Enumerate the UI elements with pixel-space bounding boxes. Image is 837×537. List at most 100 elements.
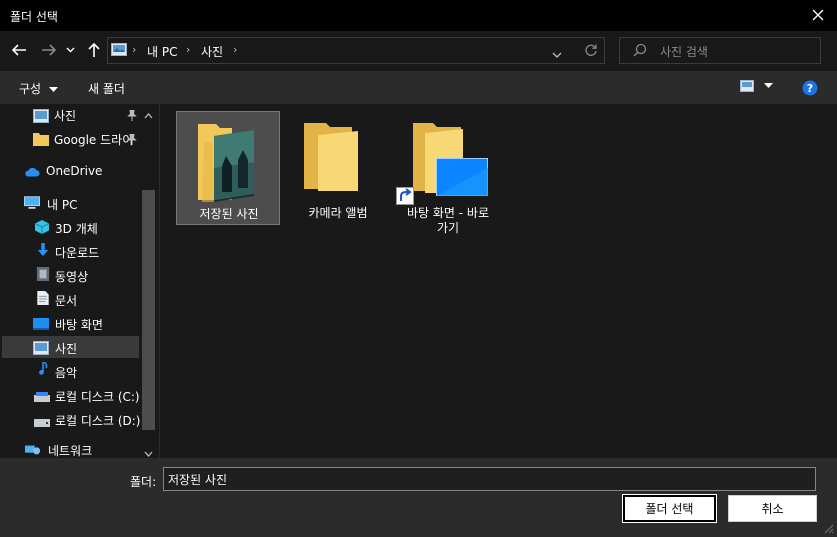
folder-item-saved-pictures[interactable]: 저장된 사진 [176, 111, 280, 225]
computer-icon [24, 196, 40, 209]
folder-item-camera-roll[interactable]: 카메라 앨범 [286, 111, 390, 225]
organize-button[interactable]: 구성 [19, 80, 58, 97]
pin-icon [127, 110, 137, 121]
folder-field-label: 폴더: [130, 475, 157, 489]
breadcrumb-separator: › [186, 43, 191, 56]
sidebar-item-label: 로컬 디스크 (C:) [55, 390, 140, 404]
refresh-icon [585, 44, 597, 56]
sidebar-item-music[interactable]: 음악 [2, 360, 139, 382]
sidebar-item-google-drive[interactable]: Google 드라이 [2, 128, 139, 150]
sidebar-scroll-up-button[interactable] [144, 108, 153, 122]
pane-divider[interactable] [159, 104, 160, 458]
sidebar-item-label: 로컬 디스크 (D:) [55, 414, 141, 428]
pictures-icon [33, 341, 49, 355]
new-folder-button[interactable]: 새 폴더 [88, 80, 125, 97]
pictures-icon [33, 109, 49, 123]
desktop-wallpaper-icon [436, 158, 488, 196]
shortcut-arrow-icon [396, 187, 414, 205]
chevron-down-icon [144, 451, 153, 457]
shortcut-item-desktop[interactable]: 바탕 화면 - 바로 가기 [396, 111, 500, 241]
close-icon [812, 9, 824, 21]
sidebar-item-label: 바탕 화면 [55, 318, 103, 332]
sidebar-item-this-pc[interactable]: 내 PC [2, 192, 139, 214]
sidebar-item-label: OneDrive [46, 164, 103, 178]
arrow-right-icon [42, 44, 57, 56]
chevron-down-icon [48, 86, 58, 92]
sidebar-item-network[interactable]: 네트워크 [2, 440, 139, 458]
recent-locations-button[interactable] [64, 40, 76, 60]
search-box[interactable] [619, 37, 821, 64]
video-icon [36, 267, 50, 281]
sidebar-item-desktop[interactable]: 바탕 화면 [2, 312, 139, 334]
document-icon [37, 291, 49, 305]
desktop-icon [33, 318, 49, 330]
chevron-down-icon [552, 52, 562, 58]
drive-icon [34, 419, 50, 427]
folder-name-input[interactable]: 저장된 사진 [163, 467, 816, 491]
view-icon [740, 80, 754, 92]
sidebar-item-label: Google 드라이 [54, 133, 134, 147]
sidebar-item-onedrive[interactable]: OneDrive [2, 160, 139, 182]
back-button[interactable] [10, 40, 28, 60]
resize-grip-icon[interactable] [824, 524, 834, 534]
sidebar-item-label: 내 PC [47, 198, 78, 212]
search-placeholder: 사진 검색 [660, 45, 708, 59]
command-bar [0, 71, 837, 104]
sidebar-item-label: 동영상 [55, 270, 89, 284]
chevron-down-icon [764, 83, 773, 88]
forward-button[interactable] [40, 40, 58, 60]
window-title: 폴더 선택 [10, 10, 58, 24]
sidebar-item-label: 3D 개체 [55, 222, 98, 236]
sidebar-item-pictures[interactable]: 사진 [2, 336, 139, 358]
help-icon: ? [802, 80, 818, 96]
sidebar-scrollbar-thumb[interactable] [142, 190, 155, 430]
pin-icon [127, 134, 137, 145]
folder-item-label: 카메라 앨범 [308, 206, 368, 220]
sidebar-item-label: 네트워크 [48, 444, 93, 458]
sidebar-item-local-disk-c[interactable]: 로컬 디스크 (C:) [2, 384, 140, 406]
drive-icon [34, 392, 50, 402]
network-icon [25, 445, 41, 455]
pictures-icon [111, 43, 127, 56]
help-button[interactable]: ? [802, 80, 818, 99]
chevron-up-icon [144, 113, 153, 119]
sidebar-item-3d-objects[interactable]: 3D 개체 [2, 216, 139, 238]
up-button[interactable] [85, 40, 103, 60]
chevron-down-icon [66, 47, 74, 53]
sidebar-item-local-disk-d[interactable]: 로컬 디스크 (D:) [2, 408, 141, 430]
organize-label: 구성 [19, 82, 42, 96]
search-icon [633, 43, 647, 57]
sidebar-item-videos[interactable]: 동영상 [2, 264, 139, 286]
cube-icon [34, 220, 50, 234]
address-history-button[interactable] [552, 47, 562, 61]
sidebar-item-documents[interactable]: 문서 [2, 288, 139, 310]
view-options-button[interactable] [740, 80, 773, 92]
close-button[interactable] [805, 3, 831, 27]
arrow-left-icon [11, 44, 26, 56]
sidebar-item-label: 음악 [55, 366, 78, 380]
folder-item-label: 저장된 사진 [199, 207, 259, 221]
sidebar-item-label: 다운로드 [55, 246, 100, 260]
breadcrumb-separator: › [132, 43, 137, 56]
folder-with-image-icon [198, 124, 254, 202]
sidebar-item-label: 문서 [55, 294, 78, 308]
breadcrumb-item-pictures[interactable]: 사진 [201, 43, 223, 60]
download-icon [37, 243, 49, 257]
title-bar [0, 0, 837, 31]
sidebar-item-pictures-quick[interactable]: 사진 [2, 104, 139, 126]
select-folder-button[interactable]: 폴더 선택 [622, 494, 717, 523]
breadcrumb-separator: › [233, 43, 238, 56]
breadcrumb-item-this-pc[interactable]: 내 PC [147, 43, 177, 60]
sidebar-item-label: 사진 [54, 109, 77, 123]
sidebar-item-label: 사진 [55, 342, 78, 356]
folder-icon [33, 133, 49, 146]
sidebar-item-downloads[interactable]: 다운로드 [2, 240, 139, 262]
folder-icon [304, 123, 358, 191]
arrow-up-icon [88, 42, 100, 57]
svg-text:?: ? [807, 82, 813, 95]
refresh-button[interactable] [584, 43, 598, 60]
music-icon [39, 362, 48, 375]
cloud-icon [25, 167, 40, 177]
cancel-button[interactable]: 취소 [728, 495, 817, 522]
address-bar[interactable] [107, 37, 605, 64]
